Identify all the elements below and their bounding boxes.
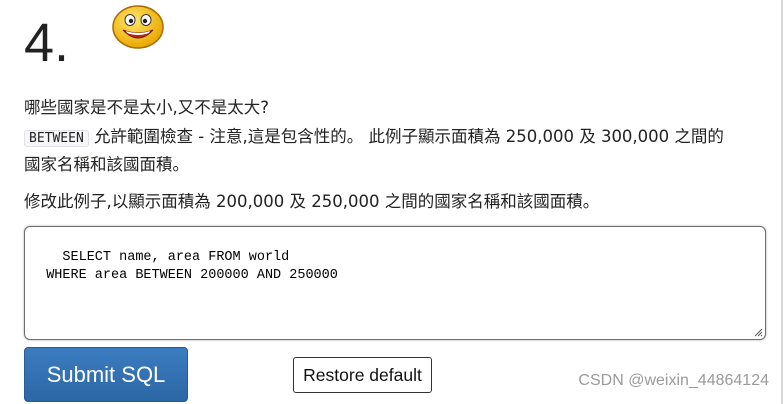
- question-number: 4.: [24, 13, 70, 73]
- explanation-text: 允許範圍檢查 - 注意,這是包含性的。 此例子顯示面積為 250,000 及 3…: [88, 127, 724, 146]
- resize-grip-icon[interactable]: [753, 327, 763, 337]
- task-description: 修改此例子,以顯示面積為 200,000 及 250,000 之間的國家名稱和該…: [24, 192, 600, 211]
- explanation-line: BETWEEN 允許範圍檢查 - 注意,這是包含性的。 此例子顯示面積為 250…: [24, 123, 724, 153]
- smiley-face-icon: [112, 5, 164, 49]
- question-prompt: 哪些國家是不是太小,又不是太大?: [24, 98, 270, 117]
- page: 4. 哪些國家是不是太小,又不是太大? BETWEEN 允許範圍檢查 - 注意,…: [0, 0, 783, 404]
- explanation-continued: 國家名稱和該國面積。: [24, 155, 189, 174]
- submit-sql-button[interactable]: Submit SQL: [24, 347, 188, 402]
- watermark: CSDN @weixin_44864124: [578, 372, 769, 389]
- between-keyword: BETWEEN: [24, 130, 89, 147]
- restore-default-button[interactable]: Restore default: [293, 357, 432, 393]
- sql-editor-content[interactable]: SELECT name, area FROM world WHERE area …: [30, 250, 338, 283]
- sql-editor[interactable]: SELECT name, area FROM world WHERE area …: [24, 226, 766, 340]
